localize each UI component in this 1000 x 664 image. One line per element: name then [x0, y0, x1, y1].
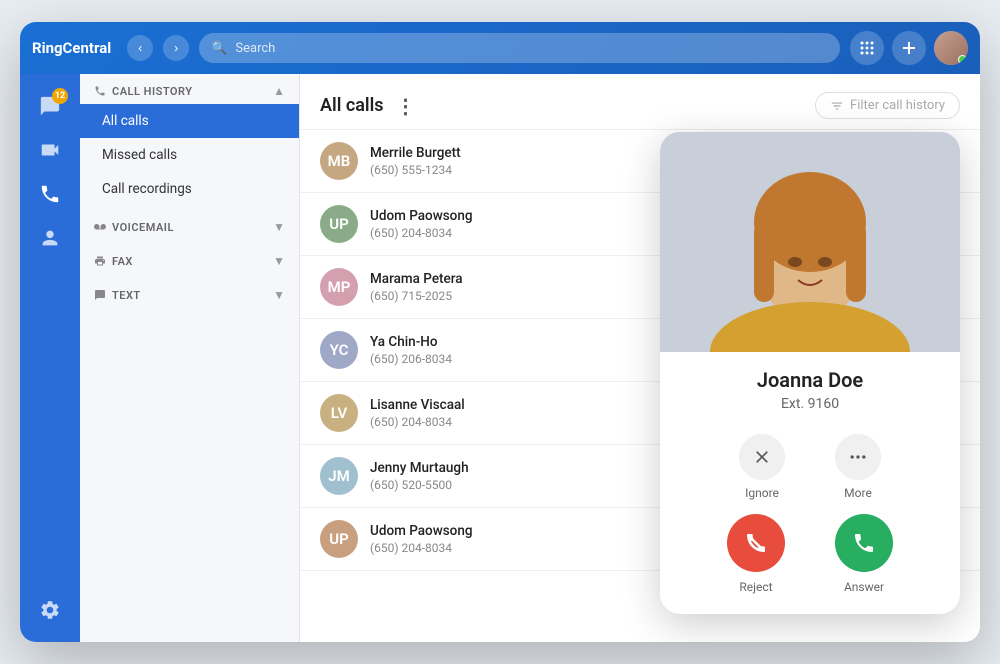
- call-avatar: MB: [320, 142, 358, 180]
- nav-item-call-recordings[interactable]: Call recordings: [80, 172, 299, 206]
- reject-label: Reject: [739, 580, 772, 594]
- call-avatar: UP: [320, 205, 358, 243]
- call-avatar: YC: [320, 331, 358, 369]
- call-avatar: JM: [320, 457, 358, 495]
- sidebar-icon-video[interactable]: [30, 130, 70, 170]
- more-label: More: [844, 486, 872, 500]
- content-header: All calls ⋮ Filter call history: [300, 74, 980, 130]
- all-calls-title: All calls: [320, 95, 384, 116]
- more-button[interactable]: More: [835, 434, 881, 500]
- call-avatar-initials: YC: [330, 341, 349, 359]
- voicemail-chevron: ▼: [273, 220, 285, 234]
- search-placeholder: Search: [235, 41, 275, 56]
- call-avatar-initials: UP: [329, 530, 348, 548]
- user-avatar[interactable]: [934, 31, 968, 65]
- search-bar[interactable]: 🔍 Search: [199, 33, 840, 63]
- add-button[interactable]: [892, 31, 926, 65]
- call-avatar-initials: UP: [329, 215, 348, 233]
- nav-item-missed-calls[interactable]: Missed calls: [80, 138, 299, 172]
- call-avatar: UP: [320, 520, 358, 558]
- call-actions-bottom: Reject Answer: [660, 504, 960, 614]
- reject-button[interactable]: [727, 514, 785, 572]
- more-icon: [835, 434, 881, 480]
- voicemail-section: VOICEMAIL ▼: [80, 210, 299, 240]
- text-label: TEXT: [94, 289, 141, 302]
- search-icon: 🔍: [211, 41, 227, 56]
- reject-group: Reject: [727, 514, 785, 594]
- more-options-icon[interactable]: ⋮: [396, 94, 416, 118]
- messages-badge: 12: [52, 88, 68, 104]
- ignore-label: Ignore: [745, 486, 779, 500]
- app-title: RingCentral: [32, 39, 111, 57]
- incoming-call-card: Joanna Doe Ext. 9160 Ignore More: [660, 132, 960, 614]
- title-bar-right: [850, 31, 968, 65]
- caller-photo: [660, 132, 960, 352]
- fax-chevron: ▼: [273, 254, 285, 268]
- filter-bar[interactable]: Filter call history: [815, 92, 960, 119]
- caller-ext: Ext. 9160: [680, 396, 940, 412]
- text-section: TEXT ▼: [80, 278, 299, 308]
- text-header[interactable]: TEXT ▼: [80, 278, 299, 308]
- caller-photo-svg: [660, 132, 960, 352]
- call-history-label: CALL HISTORY: [94, 85, 193, 98]
- voicemail-header[interactable]: VOICEMAIL ▼: [80, 210, 299, 240]
- answer-button[interactable]: [835, 514, 893, 572]
- call-avatar: MP: [320, 268, 358, 306]
- online-status-dot: [958, 55, 967, 64]
- answer-label: Answer: [844, 580, 884, 594]
- sidebar-icon-phone[interactable]: [30, 174, 70, 214]
- sidebar-icon-settings[interactable]: [30, 590, 70, 630]
- title-bar: RingCentral ‹ › 🔍 Search: [20, 22, 980, 74]
- caller-info: Joanna Doe Ext. 9160: [660, 352, 960, 422]
- ignore-icon: [739, 434, 785, 480]
- text-chevron: ▼: [273, 288, 285, 302]
- call-avatar-initials: MP: [328, 278, 351, 296]
- sidebar: 12: [20, 74, 80, 642]
- call-history-chevron: ▲: [273, 84, 285, 98]
- fax-section: FAX ▼: [80, 244, 299, 274]
- call-avatar: LV: [320, 394, 358, 432]
- nav-forward-button[interactable]: ›: [163, 35, 189, 61]
- call-actions-top: Ignore More: [660, 422, 960, 504]
- nav-item-all-calls[interactable]: All calls: [80, 104, 299, 138]
- grid-button[interactable]: [850, 31, 884, 65]
- voicemail-label: VOICEMAIL: [94, 221, 174, 234]
- answer-group: Answer: [835, 514, 893, 594]
- sidebar-icon-contacts[interactable]: [30, 218, 70, 258]
- ignore-button[interactable]: Ignore: [739, 434, 785, 500]
- app-container: RingCentral ‹ › 🔍 Search: [20, 22, 980, 642]
- fax-label: FAX: [94, 255, 133, 268]
- content-title-group: All calls ⋮: [320, 94, 416, 118]
- nav-panel: CALL HISTORY ▲ All calls Missed calls Ca…: [80, 74, 300, 642]
- sidebar-icon-messages[interactable]: 12: [30, 86, 70, 126]
- filter-icon: [830, 99, 844, 113]
- caller-name: Joanna Doe: [680, 368, 940, 392]
- fax-header[interactable]: FAX ▼: [80, 244, 299, 274]
- call-avatar-initials: MB: [328, 152, 351, 170]
- call-history-header[interactable]: CALL HISTORY ▲: [80, 74, 299, 104]
- filter-placeholder: Filter call history: [850, 98, 945, 113]
- call-history-section: CALL HISTORY ▲ All calls Missed calls Ca…: [80, 74, 299, 206]
- nav-back-button[interactable]: ‹: [127, 35, 153, 61]
- call-avatar-initials: JM: [328, 467, 349, 485]
- call-avatar-initials: LV: [331, 404, 347, 422]
